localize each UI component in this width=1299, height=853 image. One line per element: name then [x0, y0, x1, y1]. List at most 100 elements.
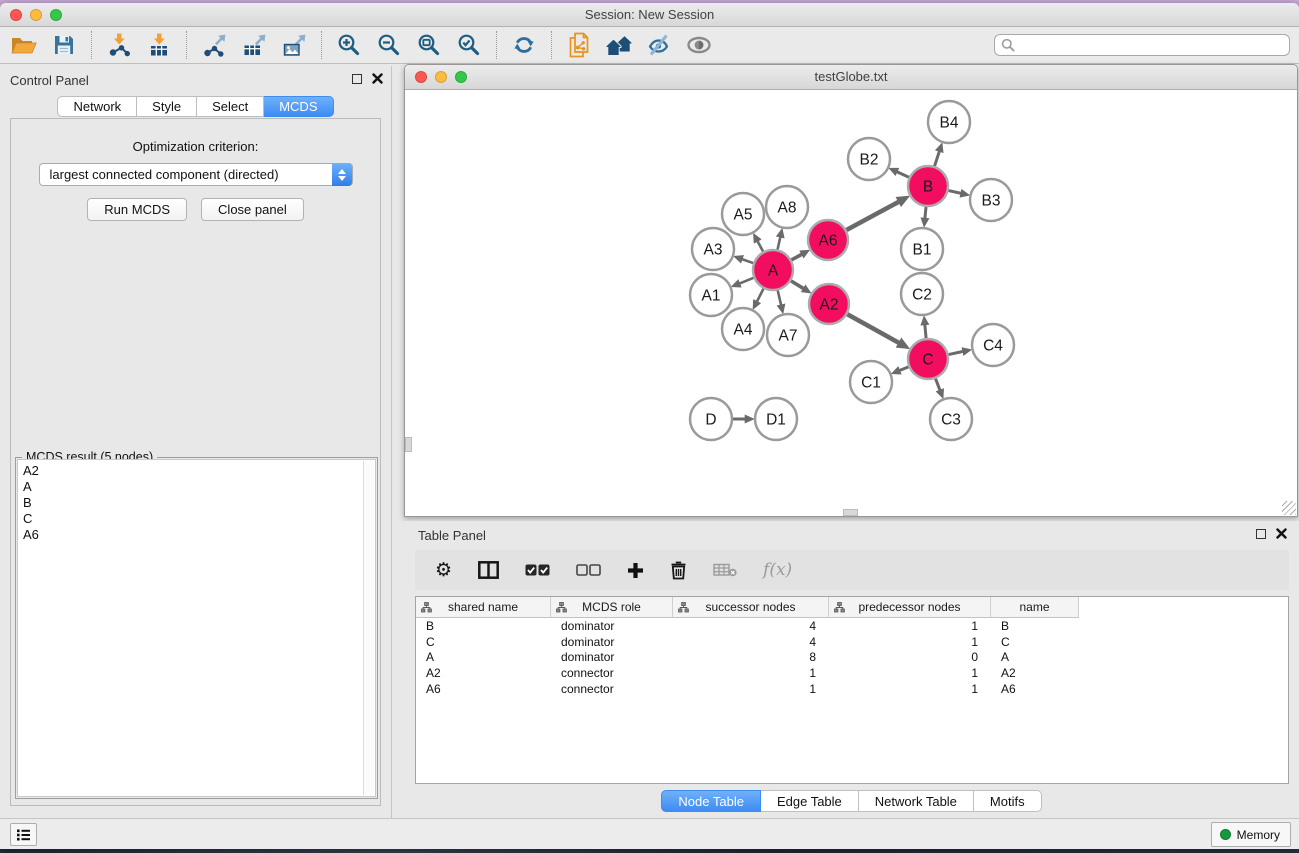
network-graph[interactable]: AA1A2A3A4A5A6A7A8BB1B2B3B4CC1C2C3C4DD1 — [405, 90, 1297, 516]
export-image-icon[interactable] — [274, 30, 314, 60]
cell-mcds-role[interactable]: dominator — [551, 635, 673, 649]
graph-edge-A-A5[interactable] — [758, 241, 763, 251]
splitter-handle-left[interactable] — [405, 437, 412, 452]
import-table-icon[interactable] — [139, 30, 179, 60]
minimize-network-window-button[interactable] — [435, 71, 447, 83]
zoom-in-icon[interactable] — [329, 30, 369, 60]
graph-edge-A-A4[interactable] — [757, 289, 763, 302]
graph-edge-A-A1[interactable] — [740, 278, 754, 284]
delete-columns-icon[interactable] — [670, 560, 687, 580]
cybrowser-home-icon[interactable] — [599, 30, 639, 60]
graph-edge-B-B2[interactable] — [897, 172, 909, 177]
memory-button[interactable]: Memory — [1211, 822, 1291, 847]
float-panel-icon[interactable] — [352, 74, 362, 84]
optimization-criterion-select[interactable]: largest connected component (directed) — [39, 163, 353, 186]
zoom-network-window-button[interactable] — [455, 71, 467, 83]
cell-name[interactable]: B — [991, 619, 1079, 633]
mcds-result-item[interactable]: A2 — [23, 463, 375, 479]
import-network-icon[interactable] — [99, 30, 139, 60]
tab-network[interactable]: Network — [57, 96, 137, 117]
cell-mcds-role[interactable]: dominator — [551, 619, 673, 633]
cell-successor-nodes[interactable]: 4 — [673, 635, 829, 649]
cell-mcds-role[interactable]: dominator — [551, 650, 673, 664]
zoom-selected-icon[interactable] — [449, 30, 489, 60]
hide-selected-icon[interactable] — [639, 30, 679, 60]
zoom-fit-icon[interactable] — [409, 30, 449, 60]
cell-shared-name[interactable]: C — [416, 635, 551, 649]
graph-edge-C-C2[interactable] — [925, 325, 926, 338]
select-all-columns-icon[interactable] — [525, 564, 550, 576]
cell-predecessor-nodes[interactable]: 1 — [829, 619, 991, 633]
table-row[interactable]: A2connector11A2 — [416, 665, 1288, 681]
column-header-successor-nodes[interactable]: successor nodes — [673, 597, 829, 618]
graph-edge-C-C4[interactable] — [949, 352, 963, 355]
graph-edge-C-C1[interactable] — [900, 367, 909, 371]
tab-style[interactable]: Style — [137, 96, 197, 117]
column-header-shared-name[interactable]: shared name — [416, 597, 551, 618]
window-resize-grip[interactable] — [1282, 501, 1296, 515]
cell-name[interactable]: A6 — [991, 682, 1079, 696]
graph-edge-B-B3[interactable] — [948, 191, 960, 194]
graph-edge-B-B4[interactable] — [935, 151, 940, 166]
table-options-icon[interactable]: ⚙ — [435, 561, 452, 580]
apply-layout-icon[interactable] — [504, 30, 544, 60]
show-graphics-details-icon[interactable] — [679, 30, 719, 60]
tab-node-table[interactable]: Node Table — [661, 790, 761, 812]
cell-shared-name[interactable]: B — [416, 619, 551, 633]
export-table-icon[interactable] — [234, 30, 274, 60]
graph-edge-A2-C[interactable] — [847, 314, 898, 343]
zoom-out-icon[interactable] — [369, 30, 409, 60]
graph-edge-A-A6[interactable] — [791, 254, 801, 260]
node-table[interactable]: shared nameMCDS rolesuccessor nodesprede… — [415, 596, 1289, 784]
mcds-result-list[interactable]: A2ABCA6 — [17, 459, 376, 797]
cell-mcds-role[interactable]: connector — [551, 666, 673, 680]
cell-successor-nodes[interactable]: 4 — [673, 619, 829, 633]
mcds-result-item[interactable]: B — [23, 495, 375, 511]
create-new-column-icon[interactable] — [627, 562, 644, 579]
table-row[interactable]: Bdominator41B — [416, 618, 1288, 634]
export-network-icon[interactable] — [194, 30, 234, 60]
table-row[interactable]: Adominator80A — [416, 650, 1288, 666]
search-input[interactable] — [1019, 38, 1283, 52]
minimize-window-button[interactable] — [30, 9, 42, 21]
graph-edge-A-A2[interactable] — [791, 281, 803, 289]
cell-shared-name[interactable]: A6 — [416, 682, 551, 696]
close-network-window-button[interactable] — [415, 71, 427, 83]
splitter-handle-bottom[interactable] — [843, 509, 858, 516]
cell-shared-name[interactable]: A2 — [416, 666, 551, 680]
graph-edge-B-B1[interactable] — [925, 207, 926, 218]
new-network-from-selection-icon[interactable] — [559, 30, 599, 60]
cell-name[interactable]: C — [991, 635, 1079, 649]
task-history-button[interactable] — [10, 823, 37, 846]
column-header-predecessor-nodes[interactable]: predecessor nodes — [829, 597, 991, 618]
open-session-icon[interactable] — [4, 30, 44, 60]
deselect-all-columns-icon[interactable] — [576, 564, 601, 576]
cell-predecessor-nodes[interactable]: 0 — [829, 650, 991, 664]
save-session-icon[interactable] — [44, 30, 84, 60]
tab-motifs[interactable]: Motifs — [974, 790, 1042, 812]
close-panel-button[interactable]: Close panel — [201, 198, 304, 221]
cell-mcds-role[interactable]: connector — [551, 682, 673, 696]
cell-successor-nodes[interactable]: 8 — [673, 650, 829, 664]
float-table-panel-icon[interactable] — [1256, 529, 1266, 539]
graph-edge-C-C3[interactable] — [936, 379, 940, 390]
close-table-panel-icon[interactable] — [1276, 528, 1287, 539]
column-header-name[interactable]: name — [991, 597, 1079, 618]
cell-predecessor-nodes[interactable]: 1 — [829, 682, 991, 696]
mcds-result-item[interactable]: C — [23, 511, 375, 527]
network-canvas[interactable]: AA1A2A3A4A5A6A7A8BB1B2B3B4CC1C2C3C4DD1 — [405, 90, 1297, 516]
graph-edge-A6-B[interactable] — [846, 202, 898, 230]
mcds-result-item[interactable]: A — [23, 479, 375, 495]
graph-edge-A-A7[interactable] — [778, 290, 781, 304]
run-mcds-button[interactable]: Run MCDS — [87, 198, 187, 221]
cell-predecessor-nodes[interactable]: 1 — [829, 635, 991, 649]
cell-successor-nodes[interactable]: 1 — [673, 682, 829, 696]
table-row[interactable]: A6connector11A6 — [416, 681, 1288, 697]
tab-network-table[interactable]: Network Table — [859, 790, 974, 812]
graph-edge-A-A8[interactable] — [778, 237, 781, 249]
tab-edge-table[interactable]: Edge Table — [761, 790, 859, 812]
tab-select[interactable]: Select — [197, 96, 264, 117]
close-window-button[interactable] — [10, 9, 22, 21]
cell-shared-name[interactable]: A — [416, 650, 551, 664]
close-panel-icon[interactable] — [372, 73, 383, 84]
